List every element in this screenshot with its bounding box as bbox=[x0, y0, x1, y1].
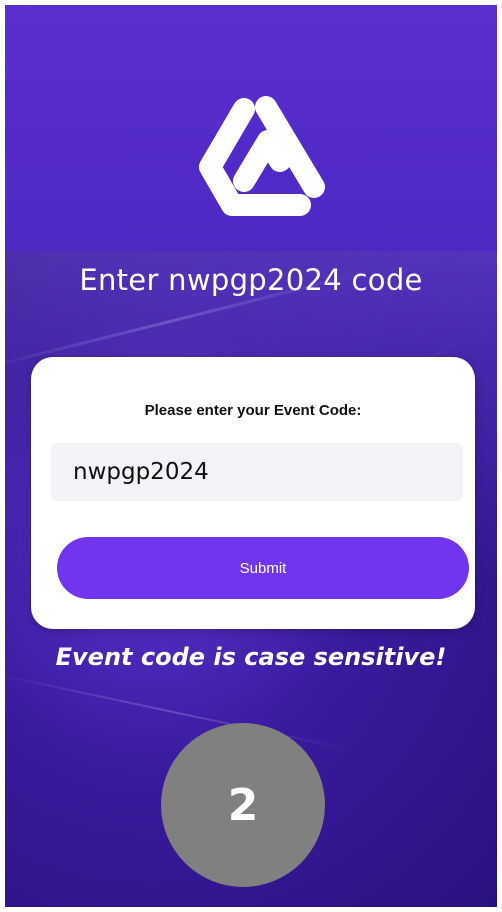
event-code-label: Please enter your Event Code: bbox=[144, 402, 362, 419]
event-code-input[interactable] bbox=[51, 443, 463, 501]
event-code-screen: Enter nwpgp2024 code Please enter your E… bbox=[5, 5, 497, 907]
event-code-card: Please enter your Event Code: Submit bbox=[31, 357, 475, 629]
submit-button[interactable]: Submit bbox=[57, 537, 469, 599]
step-number-badge: 2 bbox=[161, 723, 325, 887]
page-title: Enter nwpgp2024 code bbox=[79, 263, 423, 297]
triangle-loop-logo-icon bbox=[199, 96, 325, 216]
case-sensitive-note: Event code is case sensitive! bbox=[55, 643, 447, 671]
